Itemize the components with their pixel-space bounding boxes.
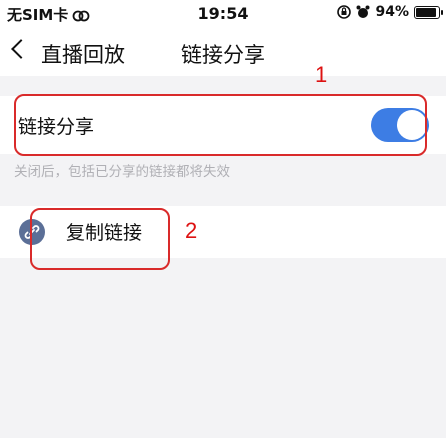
- back-button[interactable]: 直播回放: [41, 39, 125, 69]
- annotation-number-1: 1: [315, 62, 328, 87]
- status-right: 94%: [337, 4, 443, 20]
- status-bar: 无SIM卡 19:54 94%: [0, 0, 446, 30]
- page-title: 链接分享: [181, 43, 265, 67]
- alarm-icon: [356, 5, 370, 18]
- nav-bar: 直播回放 链接分享: [0, 30, 446, 76]
- annotation-box-1: [14, 94, 427, 156]
- battery-icon: [414, 5, 443, 19]
- orientation-lock-icon: [337, 5, 352, 19]
- battery-percent: 94%: [375, 4, 409, 20]
- link-share-hint: 关闭后，包括已分享的链接都将失效: [14, 164, 230, 180]
- annotation-box-2: [30, 208, 170, 270]
- back-chevron-icon[interactable]: [11, 39, 31, 59]
- battery-fill: [416, 7, 436, 17]
- annotation-number-2: 2: [185, 218, 198, 243]
